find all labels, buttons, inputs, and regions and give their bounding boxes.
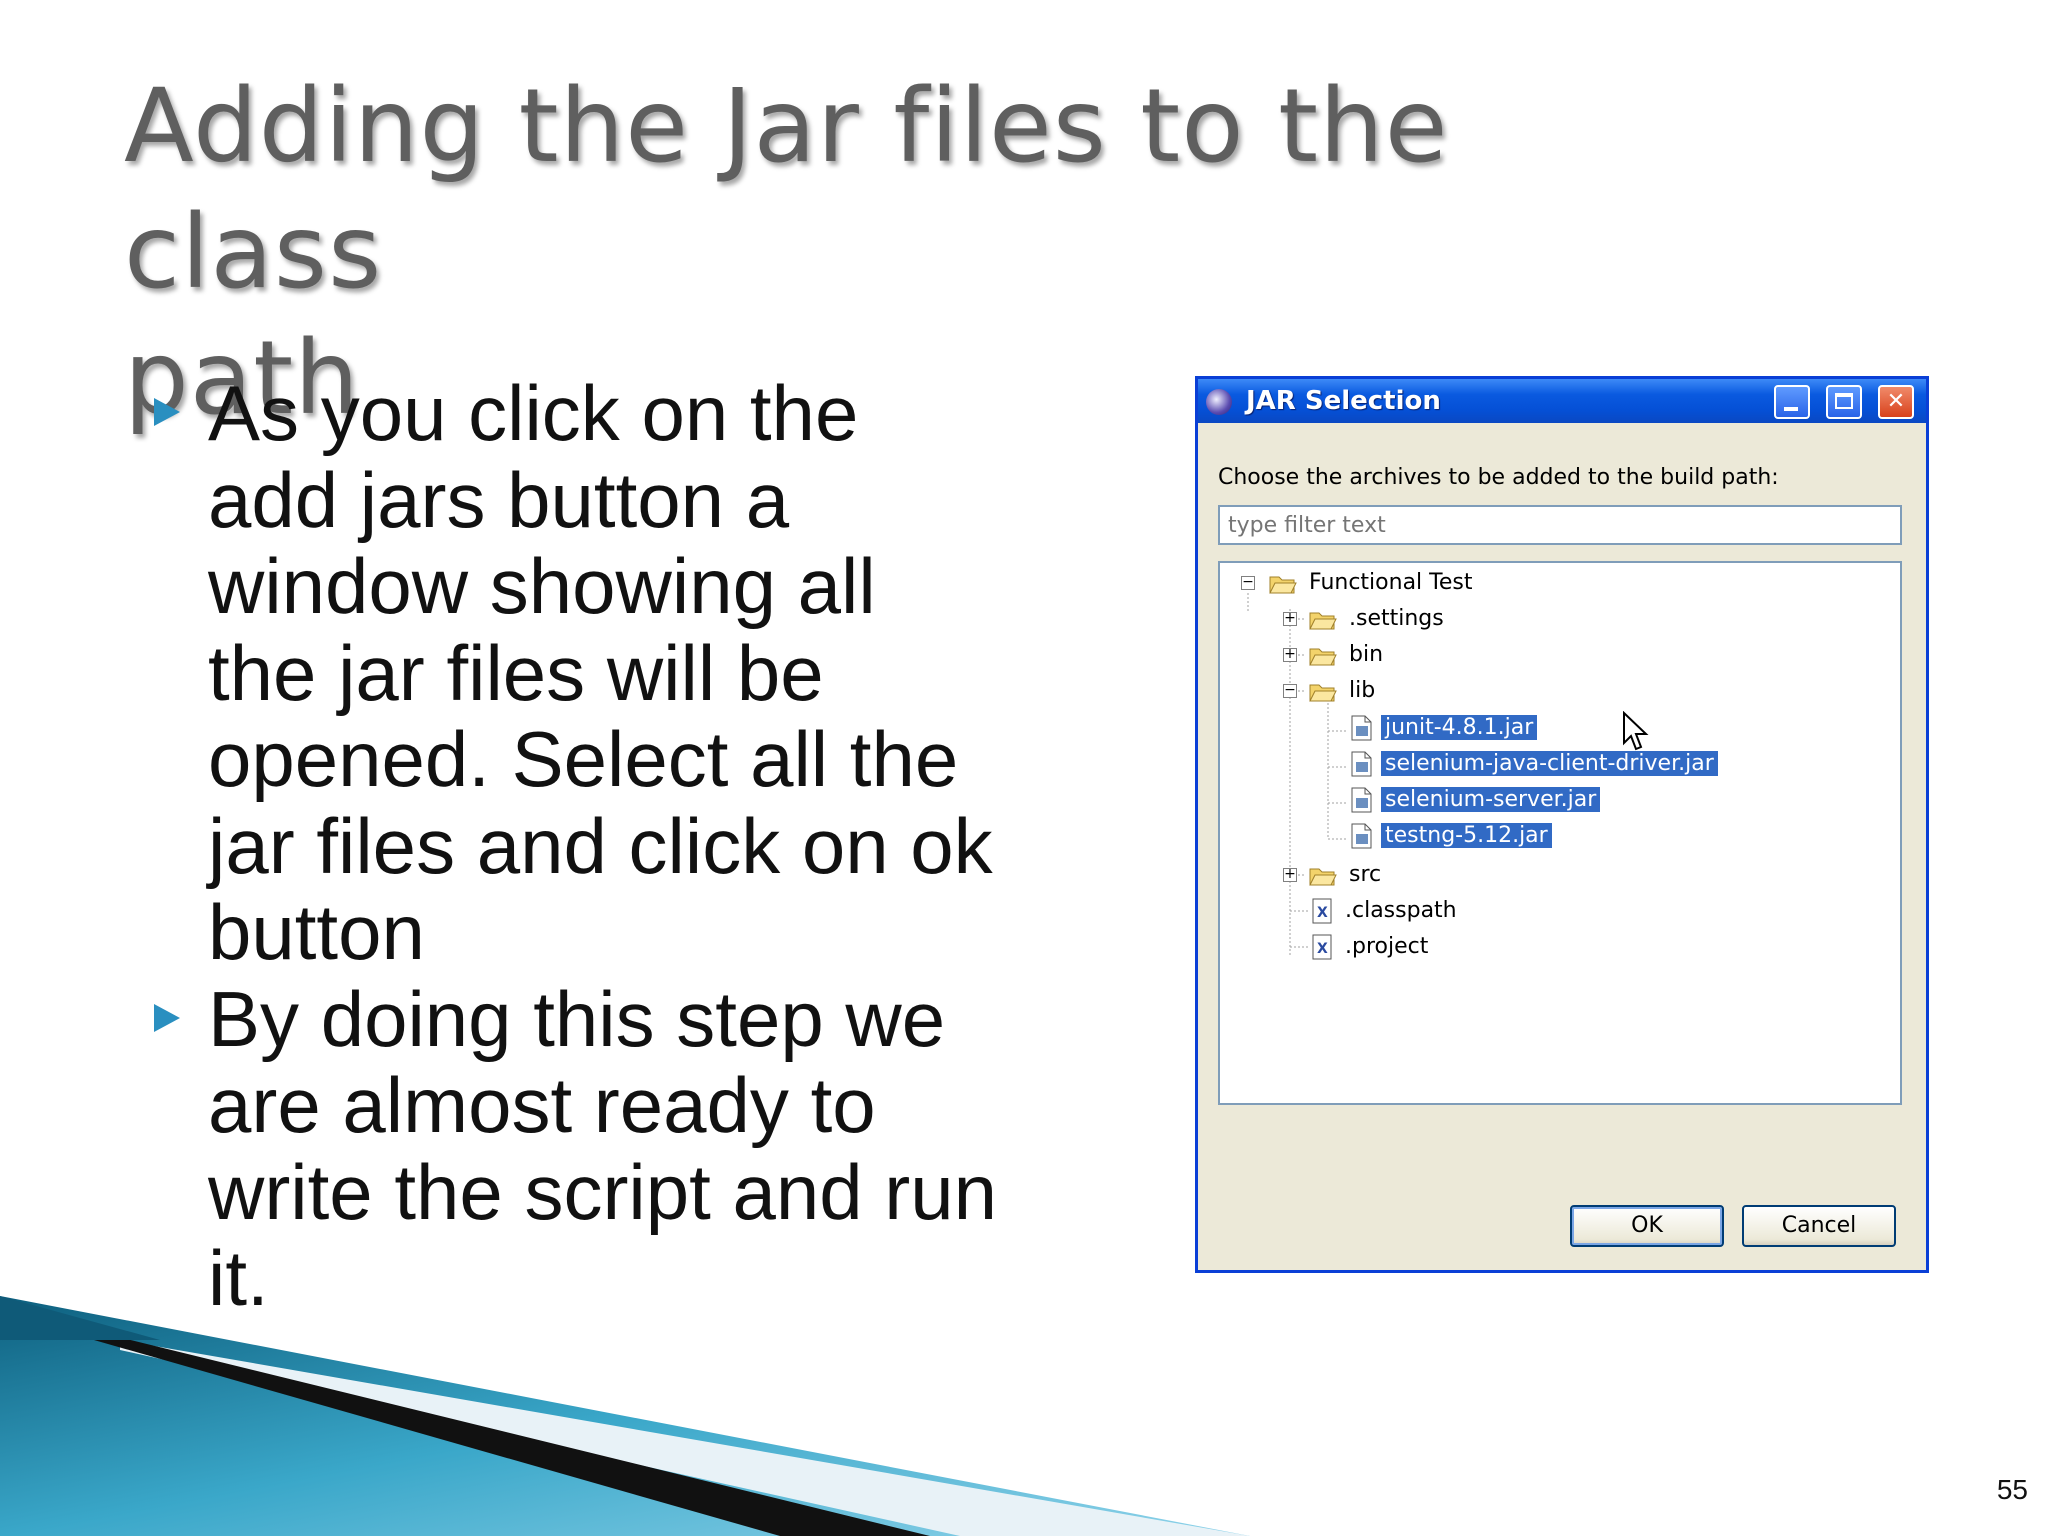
tree-item-project[interactable]: X .project (1310, 932, 1432, 962)
tree-item-lib[interactable]: lib (1308, 676, 1379, 706)
eclipse-icon (1206, 389, 1232, 415)
svg-text:X: X (1317, 905, 1328, 921)
dialog-title: JAR Selection (1246, 386, 1441, 416)
svg-text:X: X (1317, 941, 1328, 957)
xml-file-icon: X (1312, 898, 1332, 924)
expand-toggle[interactable]: + (1283, 647, 1297, 662)
close-button[interactable]: ✕ (1878, 385, 1914, 419)
dialog-prompt: Choose the archives to be added to the b… (1218, 465, 1779, 490)
bullet-list: As you click on the add jars button a wi… (150, 370, 1050, 1322)
bullet-triangle-icon (154, 1003, 180, 1032)
folder-open-icon (1269, 576, 1297, 594)
collapse-toggle[interactable]: − (1283, 683, 1297, 698)
cancel-button[interactable]: Cancel (1742, 1205, 1896, 1247)
folder-icon (1309, 868, 1337, 886)
maximize-icon (1835, 393, 1853, 409)
page-number: 55 (1996, 1474, 2028, 1505)
tree-item-bin[interactable]: bin (1308, 640, 1387, 670)
minimize-button[interactable] (1774, 385, 1810, 419)
tree-item-jar[interactable]: selenium-java-client-driver.jar (1348, 749, 1718, 779)
tree-item-settings[interactable]: .settings (1308, 604, 1448, 634)
jar-file-icon (1351, 823, 1372, 849)
tree-item-jar[interactable]: junit-4.8.1.jar (1348, 713, 1538, 743)
folder-icon (1309, 648, 1337, 666)
jar-file-icon (1351, 715, 1372, 741)
minimize-icon (1784, 407, 1798, 411)
bullet-text: As you click on the add jars button a wi… (208, 369, 993, 976)
close-icon: ✕ (1886, 389, 1906, 414)
folder-icon (1309, 612, 1337, 630)
filter-input[interactable] (1218, 505, 1902, 545)
xml-file-icon: X (1312, 934, 1332, 960)
bullet-item: By doing this step we are almost ready t… (150, 974, 1050, 1322)
bullet-item: As you click on the add jars button a wi… (150, 370, 1050, 976)
tree-item-src[interactable]: src (1308, 860, 1385, 890)
maximize-button[interactable] (1826, 385, 1862, 419)
file-tree[interactable]: − Functional Test + .settings + bin − li… (1218, 561, 1902, 1105)
bullet-triangle-icon (154, 398, 180, 426)
slide-title-line-1: Adding the Jar files to the class (124, 67, 1449, 312)
expand-toggle[interactable]: + (1283, 867, 1297, 882)
collapse-toggle[interactable]: − (1241, 575, 1255, 590)
jar-selection-dialog: JAR Selection ✕ Choose the archives to b… (1195, 376, 1929, 1273)
tree-item-jar[interactable]: selenium-server.jar (1348, 785, 1601, 815)
folder-open-icon (1309, 684, 1337, 702)
dialog-titlebar[interactable]: JAR Selection ✕ (1198, 379, 1926, 423)
tree-item-functional-test[interactable]: Functional Test (1268, 568, 1477, 598)
expand-toggle[interactable]: + (1283, 611, 1297, 626)
jar-file-icon (1351, 751, 1372, 777)
decorative-swoosh (0, 1296, 1250, 1536)
tree-item-jar[interactable]: testng-5.12.jar (1348, 821, 1552, 851)
mouse-cursor-icon (1623, 711, 1649, 751)
tree-item-classpath[interactable]: X .classpath (1310, 896, 1461, 926)
jar-file-icon (1351, 787, 1372, 813)
bullet-text: By doing this step we are almost ready t… (208, 974, 998, 1322)
ok-button[interactable]: OK (1570, 1205, 1724, 1247)
